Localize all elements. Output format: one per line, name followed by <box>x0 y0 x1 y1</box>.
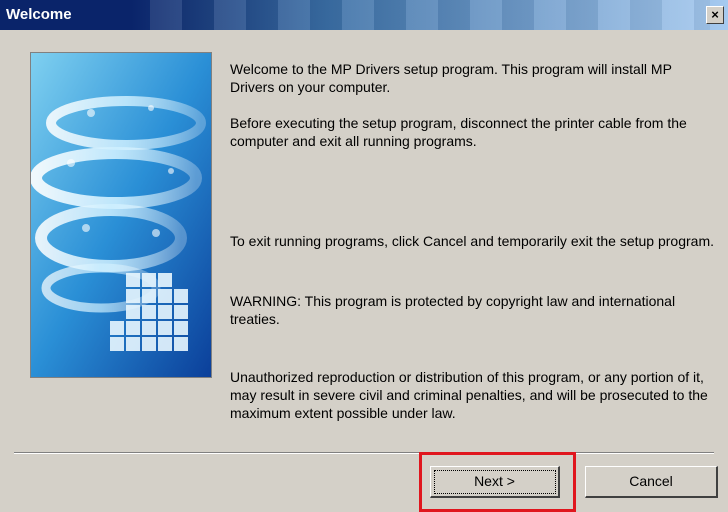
copyright-warning-paragraph: WARNING: This program is protected by co… <box>230 293 676 327</box>
setup-dialog: Welcome × Welcome to the MP Drivers setu… <box>0 0 728 512</box>
legal-notice-paragraph: Unauthorized reproduction or distributio… <box>230 369 708 421</box>
swirl-artwork-icon <box>31 53 211 377</box>
title-bar[interactable]: Welcome × <box>0 0 728 30</box>
intro-paragraph: Welcome to the MP Drivers setup program.… <box>230 61 672 95</box>
exit-instruction-paragraph: To exit running programs, click Cancel a… <box>230 233 714 249</box>
cancel-button[interactable]: Cancel <box>585 466 718 498</box>
next-button-highlight <box>419 452 576 512</box>
setup-banner-image <box>30 52 212 378</box>
button-divider <box>14 452 714 454</box>
disconnect-instruction-paragraph: Before executing the setup program, disc… <box>230 115 687 149</box>
title-bar-pattern <box>150 0 710 30</box>
close-icon: × <box>711 7 719 22</box>
close-button[interactable]: × <box>706 6 724 24</box>
window-title: Welcome <box>6 6 72 23</box>
